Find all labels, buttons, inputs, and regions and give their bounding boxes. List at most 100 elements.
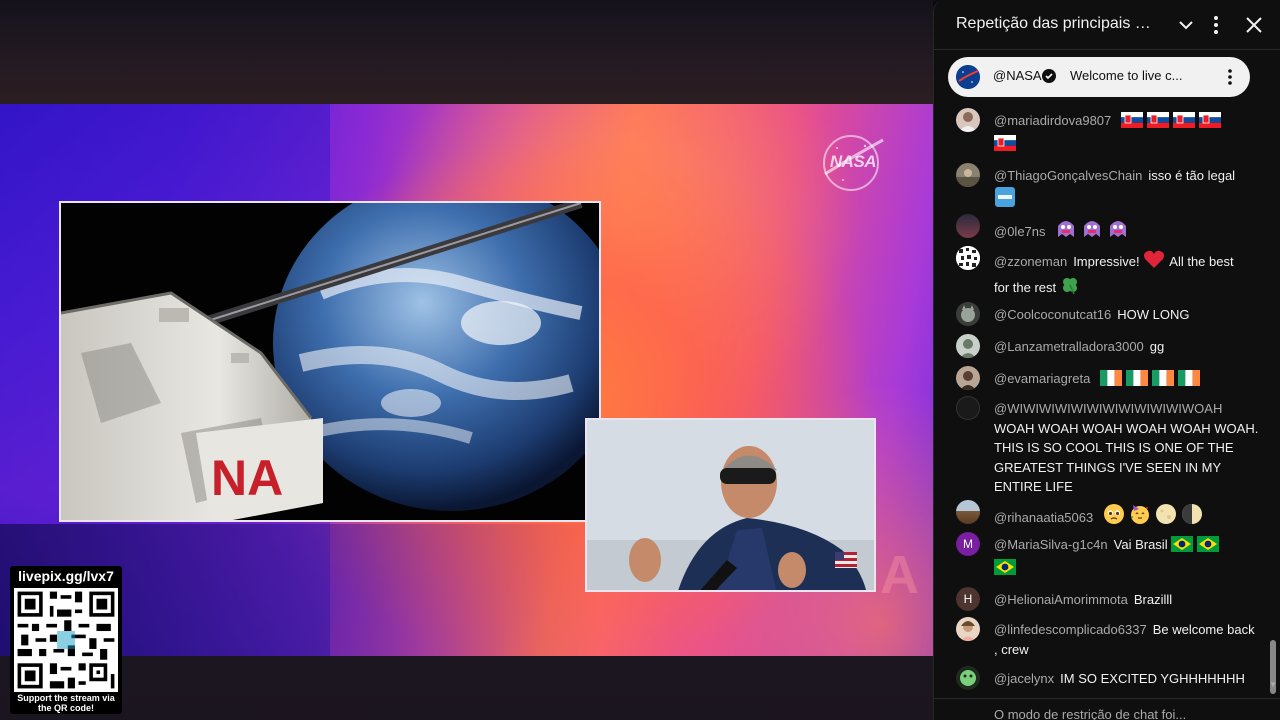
- qr-code-graphic: [14, 588, 118, 692]
- message-text: Impressive!: [1073, 254, 1140, 269]
- message-body: @Lanzametralladora3000 gg: [994, 337, 1260, 357]
- flag-br-emoji: [1197, 536, 1220, 558]
- message-author[interactable]: @jacelynx: [994, 671, 1054, 686]
- message-body: @linfedescomplicado6337 Be welcome back ,…: [994, 620, 1260, 660]
- live-chat-panel: Repetição das principais mens... @NASA W…: [933, 0, 1280, 720]
- chat-header: Repetição das principais mens...: [934, 0, 1280, 50]
- message-body: @Coolcoconutcat16 HOW LONG: [994, 305, 1260, 325]
- flag-ie-emoji: [1099, 370, 1122, 392]
- user-avatar[interactable]: [956, 108, 980, 132]
- chevron-down-icon[interactable]: [1174, 13, 1198, 37]
- user-avatar[interactable]: H: [956, 587, 980, 611]
- party-face-emoji: [1129, 503, 1151, 531]
- qr-code-image: [14, 588, 118, 692]
- user-avatar[interactable]: M: [956, 532, 980, 556]
- message-author[interactable]: @mariadirdova9807: [994, 113, 1111, 128]
- message-author[interactable]: @rihanaatia5063: [994, 510, 1093, 525]
- chat-footer: O modo de restrição de chat foi...: [934, 698, 1280, 720]
- message-author[interactable]: @zzoneman: [994, 254, 1067, 269]
- message-author[interactable]: @WIWIWIWIWIWIWIWIWIWIWIWOAH: [994, 401, 1222, 416]
- message-text: Brazilll: [1133, 592, 1173, 607]
- user-avatar[interactable]: [956, 500, 980, 524]
- avatar-letter: H: [956, 587, 980, 611]
- scroll-down-icon[interactable]: ▼: [1269, 680, 1277, 689]
- message-text-3: for the rest: [994, 280, 1057, 295]
- four-leaf-clover-emoji: [1060, 275, 1080, 301]
- more-vert-icon[interactable]: [1218, 65, 1242, 89]
- chat-restriction-notice: O modo de restrição de chat foi...: [994, 707, 1187, 720]
- user-avatar[interactable]: [956, 163, 980, 187]
- message-text: WOAH WOAH WOAH WOAH WOAH WOAH. THIS IS S…: [994, 420, 1259, 495]
- ghost-emoji: [1107, 217, 1129, 245]
- qr-link-text: livepix.gg/lvx7: [18, 568, 114, 584]
- moon-emoji: [1155, 503, 1177, 531]
- heart-emoji: [1143, 249, 1165, 275]
- message-text: HOW LONG: [1117, 307, 1190, 322]
- user-avatar[interactable]: [956, 396, 980, 420]
- flag-ie-emoji: [1151, 370, 1174, 392]
- ghost-emoji: [1055, 217, 1077, 245]
- flag-ie-emoji: [1177, 370, 1200, 392]
- message-body: @HelionaiAmorimmota Brazilll: [994, 590, 1260, 610]
- message-author[interactable]: @HelionaiAmorimmota: [994, 592, 1128, 607]
- background-letter: A: [880, 545, 919, 605]
- message-body: @evamariagreta: [994, 369, 1260, 392]
- message-text: gg: [1149, 339, 1165, 354]
- moon-emoji: [1181, 503, 1203, 531]
- cool-icon: [994, 186, 1016, 214]
- pinned-text: Welcome to live c...: [1070, 68, 1183, 83]
- ghost-emoji: [1081, 217, 1103, 245]
- avatar-letter: M: [956, 532, 980, 556]
- message-body: @mariadirdova9807: [994, 111, 1260, 157]
- message-author[interactable]: @ThiagoGonçalvesChain: [994, 168, 1142, 183]
- earth-view-image: NA: [61, 203, 599, 520]
- message-body: @jacelynx IM SO EXCITED YGHHHHHHH: [994, 669, 1260, 689]
- pinned-message[interactable]: @NASA Welcome to live c...: [948, 57, 1250, 97]
- flag-sk-emoji: [1198, 112, 1221, 134]
- message-text: IM SO EXCITED YGHHHHHHH: [1060, 671, 1245, 686]
- user-avatar[interactable]: [956, 366, 980, 390]
- message-author[interactable]: @linfedescomplicado6337: [994, 622, 1147, 637]
- video-player[interactable]: NASA A NA livepix.gg/lvx7 Support the st…: [0, 0, 933, 720]
- flag-sk-emoji: [1146, 112, 1169, 134]
- spacecraft-marking-text: NA: [211, 450, 283, 506]
- user-avatar[interactable]: [956, 302, 980, 326]
- verified-icon: [1042, 69, 1056, 83]
- user-avatar[interactable]: [956, 246, 980, 270]
- nasa-logo: NASA: [821, 134, 885, 192]
- qr-caption-text: Support the stream via the QR code!: [17, 693, 115, 713]
- message-author[interactable]: @MariaSilva-g1c4n: [994, 537, 1108, 552]
- message-author[interactable]: @Coolcoconutcat16: [994, 307, 1111, 322]
- message-text: isso é tão legal: [1148, 168, 1236, 183]
- message-body: @WIWIWIWIWIWIWIWIWIWIWIWOAH WOAH WOAH WO…: [994, 399, 1260, 497]
- user-avatar[interactable]: [956, 666, 980, 690]
- nasa-logo-text: NASA: [829, 152, 877, 171]
- spacecraft-camera-feed: NA: [59, 201, 601, 522]
- flag-br-emoji: [994, 559, 1016, 581]
- astronaut-image: [587, 420, 874, 590]
- flag-br-emoji: [1171, 536, 1194, 558]
- message-text-2: All the best: [1169, 254, 1234, 269]
- flag-sk-emoji: [1172, 112, 1195, 134]
- message-author[interactable]: @0le7ns: [994, 224, 1046, 239]
- message-body: @ThiagoGonçalvesChain isso é tão legal: [994, 166, 1260, 214]
- user-avatar[interactable]: [956, 617, 980, 641]
- message-author[interactable]: @evamariagreta: [994, 371, 1090, 386]
- close-icon[interactable]: [1242, 13, 1266, 37]
- chat-mode-dropdown[interactable]: Repetição das principais mens...: [956, 15, 1151, 33]
- chat-message-list[interactable]: @mariadirdova9807 @ThiagoGonçalvesChain i…: [934, 100, 1280, 696]
- message-body: @zzoneman Impressive! All the best for th…: [994, 249, 1260, 301]
- donation-qr-overlay: livepix.gg/lvx7 Support the stream via t…: [10, 566, 122, 714]
- message-body: @MariaSilva-g1c4n Vai Brasil: [994, 535, 1260, 581]
- message-author[interactable]: @Lanzametralladora3000: [994, 339, 1144, 354]
- flag-sk-emoji: [994, 135, 1016, 157]
- message-body: @rihanaatia5063: [994, 503, 1260, 531]
- user-avatar[interactable]: [956, 214, 980, 238]
- astronaut-camera-feed: [585, 418, 876, 592]
- nasa-avatar: [956, 65, 980, 89]
- user-avatar[interactable]: [956, 334, 980, 358]
- message-body: @0le7ns: [994, 217, 1260, 245]
- more-vert-icon[interactable]: [1204, 13, 1228, 37]
- pinned-author[interactable]: @NASA: [993, 68, 1042, 83]
- flag-ie-emoji: [1125, 370, 1148, 392]
